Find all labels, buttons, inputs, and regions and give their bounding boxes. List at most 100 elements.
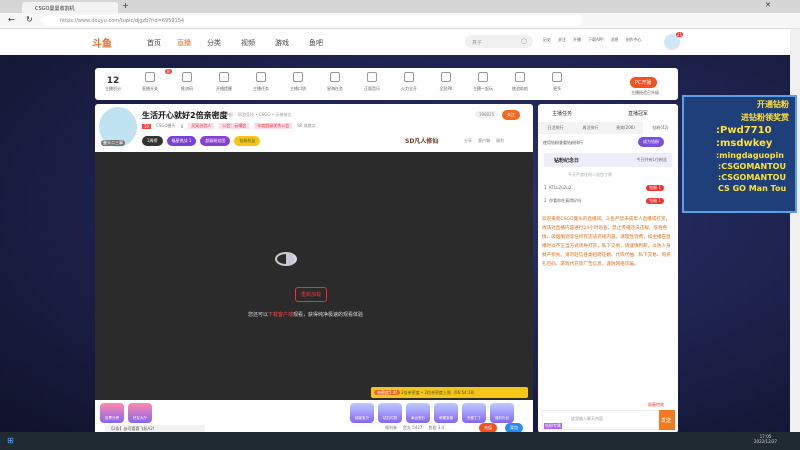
rank-tab[interactable]: 钻粉(42) xyxy=(643,122,678,134)
download-link[interactable]: 下载APP xyxy=(588,37,604,43)
nav-games[interactable]: 游戏 xyxy=(275,38,289,48)
tool-item[interactable]: 开播提醒 xyxy=(209,72,239,92)
block-effects-toggle[interactable]: 屏蔽特效 xyxy=(648,402,664,408)
avatar-label: 曼头二三事 xyxy=(101,140,125,146)
activity-item[interactable]: 投票分榜 xyxy=(100,403,124,423)
tool-item[interactable]: 火力全开 xyxy=(394,72,424,92)
back-button[interactable]: ← xyxy=(8,15,15,24)
gift-item[interactable]: 钻石礼物 xyxy=(378,403,402,423)
tool-item[interactable]: 更多 xyxy=(542,72,572,92)
tool-item[interactable]: 主播一起玩 xyxy=(468,72,498,92)
lucky-challenge-badge[interactable]: 福星挑战 1 xyxy=(166,136,197,146)
breadcrumb[interactable]: 网游竞技 • CSGO • 天梯排位 xyxy=(238,112,291,118)
rank-row[interactable]: 1 KTLu2u2u2 钻粉 1 xyxy=(544,185,672,191)
today-count: 今日共有1位粉丝 xyxy=(636,157,667,162)
tool-item[interactable]: 全民PK xyxy=(431,72,461,92)
overlay-line: :CSGOMANTOU xyxy=(718,162,786,171)
achievement-points: 80 成就点 xyxy=(297,123,316,128)
video-player[interactable]: 重新加载 您还可以下载客户端观看，获得纯净极速的观看体验 亲密度5.4f 2倍亲… xyxy=(95,152,533,400)
rank-tab[interactable]: 日活排行 xyxy=(538,122,573,134)
message-link[interactable]: 消息 xyxy=(611,37,619,43)
url-input[interactable]: https://www.douyu.com/topic/djgzb?rid=69… xyxy=(42,15,582,26)
tool-item[interactable]: 直播开关 xyxy=(135,72,165,92)
user-avatar[interactable]: 21 xyxy=(664,32,683,50)
broadcast-link[interactable]: 开播 xyxy=(573,37,581,43)
guild-tag[interactable]: 公会：云曜会 xyxy=(219,123,250,129)
fan-level: 10 xyxy=(142,123,152,129)
creator-link[interactable]: 创作中心 xyxy=(626,37,642,43)
reload-button[interactable]: 重新加载 xyxy=(295,287,328,302)
gift-bar: 投票分榜 好友大厅 超级宝贝 钻石礼物 幸运宝石 荣耀宝箱 天使丁丁 福利礼包 【2条】@可… xyxy=(95,400,533,433)
windows-start-icon[interactable]: ⊞ xyxy=(7,436,14,445)
search-icon[interactable]: ○ xyxy=(521,37,527,45)
tool-item[interactable]: 推流码 xyxy=(172,72,202,92)
room-notice: 欢迎来到CSGO曼头的直播间。斗鱼严禁未成年人直播或打赏，依法对直播内容进行24… xyxy=(542,217,671,267)
rank-tab[interactable]: 周活排行 xyxy=(573,122,608,134)
pc-sub-label: 主播经验已升级 xyxy=(631,90,659,95)
new-tab-button[interactable]: + xyxy=(122,1,129,10)
activity-item[interactable]: 好友大厅 xyxy=(128,403,152,423)
pc-broadcast-button[interactable]: PC开播 xyxy=(630,77,657,88)
clock: 17:05 2022/12/27 xyxy=(754,434,777,444)
anchor-task-link[interactable]: 主播任务 xyxy=(552,110,572,117)
tool-icon xyxy=(182,72,192,82)
report-link[interactable]: 举报 xyxy=(225,112,233,118)
tool-label: 全民PK xyxy=(439,86,453,91)
week-rank-badge[interactable]: 1周榜 xyxy=(142,136,163,146)
client-button[interactable]: 客户端 xyxy=(478,138,490,144)
tool-item[interactable]: 挑战助航 xyxy=(505,72,535,92)
rank-name: 你看你吃真得好吗 xyxy=(549,198,582,203)
gift-label: 天使丁丁 xyxy=(467,416,481,420)
tool-label: 开播提醒 xyxy=(216,86,232,91)
sponsor-logo[interactable]: SD凡人修仙 xyxy=(405,136,438,145)
streamer-avatar[interactable]: 曼头二三事 xyxy=(99,107,137,147)
diamond-fan-badge[interactable]: 钻粉权益 xyxy=(234,136,261,146)
chat-input[interactable]: 钻粉专属 这里输入聊天内容 xyxy=(542,410,660,430)
refresh-button[interactable]: ↻ xyxy=(26,15,33,24)
nav-live[interactable]: 直播 xyxy=(177,38,191,48)
tool-item[interactable]: 星海任务 xyxy=(320,72,350,92)
tag-creator[interactable]: 灵宠创造人 xyxy=(188,123,215,129)
champion-link[interactable]: 直播冠军 xyxy=(628,110,648,117)
fish-fins: 鱼翅 3.4 xyxy=(428,425,445,430)
page-scrollbar[interactable] xyxy=(790,29,800,432)
tool-label: 正版音乐 xyxy=(364,86,380,91)
share-button[interactable]: 分享 xyxy=(464,138,472,144)
rank-row[interactable]: 2 你看你吃真得好吗 钻粉 1 xyxy=(544,198,672,204)
send-button[interactable]: 发送 xyxy=(659,410,675,430)
gift-item[interactable]: 幸运宝石 xyxy=(406,403,430,423)
welfare-button[interactable]: 福利 xyxy=(496,138,504,144)
site-header: 斗鱼 首页 直播 分类 视频 游戏 鱼吧 真子 ○ 历史 关注 开播 下载APP 消息 创作… xyxy=(0,29,790,55)
rank-tab[interactable]: 贵宾(206) xyxy=(608,122,643,134)
follow-button[interactable]: 关注 xyxy=(502,110,520,120)
douyu-logo[interactable]: 斗鱼 xyxy=(92,35,112,50)
nav-yuba[interactable]: 鱼吧 xyxy=(309,38,323,48)
intimacy-promo-bar[interactable]: 亲密度5.4f 2倍亲密度 • 2倍亲密度上限（06:54:18） xyxy=(371,387,528,398)
tool-icon xyxy=(367,72,377,82)
tool-item[interactable]: 主播口袋 xyxy=(283,72,313,92)
nav-category[interactable]: 分类 xyxy=(207,38,221,48)
browser-tab[interactable]: CSGO曼曼收割机 xyxy=(22,2,118,13)
gift-item[interactable]: 荣耀宝箱 xyxy=(434,403,458,423)
tool-item[interactable]: 正版音乐 xyxy=(357,72,387,92)
become-diamond-button[interactable]: 成为钻粉 xyxy=(638,137,664,147)
history-link[interactable]: 历史 xyxy=(543,37,551,43)
fan-group-badge[interactable]: 超级粉丝团 xyxy=(200,136,231,146)
gift-label: 幸运宝石 xyxy=(411,416,425,420)
download-client-link[interactable]: 下载客户端 xyxy=(268,312,293,318)
tool-item[interactable]: 主播任务 xyxy=(246,72,276,92)
hot-value: 8 xyxy=(180,123,184,129)
anchor-toolbar: 12 主播积分 直播开关 推流码 开播提醒 主播任务 主播口袋 星海任务 正版音乐 火力全开 全民… xyxy=(95,68,678,100)
coupon[interactable]: 福利券 xyxy=(385,425,397,431)
gift-item[interactable]: 天使丁丁 xyxy=(462,403,486,423)
follow-link[interactable]: 关注 xyxy=(558,37,566,43)
loading-icon xyxy=(275,252,297,266)
tool-label: 火力全开 xyxy=(401,86,417,91)
close-window-button[interactable]: ✕ xyxy=(765,1,771,9)
overlay-line: :msdwkey xyxy=(716,138,773,149)
gift-item[interactable]: 福利礼包 xyxy=(490,403,514,423)
search-input[interactable]: 真子 ○ xyxy=(465,35,533,48)
gift-item[interactable]: 超级宝贝 xyxy=(350,403,374,423)
nav-video[interactable]: 视频 xyxy=(241,38,255,48)
nav-home[interactable]: 首页 xyxy=(147,38,161,48)
